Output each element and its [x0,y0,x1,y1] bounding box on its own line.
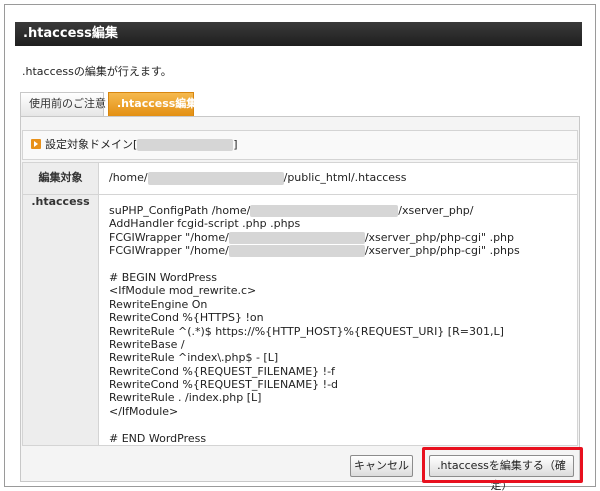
htaccess-table: 編集対象 /home/ /public_html/.htaccess .htacc… [22,162,578,447]
table-row: .htaccess suPHP_ConfigPath /home//xserve… [22,193,578,447]
domain-row: 設定対象ドメイン[] [22,130,578,160]
redacted-path [228,245,365,258]
page-title: .htaccess編集 [15,22,582,46]
redacted-path [147,171,284,185]
cancel-button[interactable]: キャンセル [350,455,413,477]
tab-htaccess-edit[interactable]: .htaccess編集 [108,92,197,116]
target-path-prefix: /home/ [109,171,148,184]
code-line: RewriteCond %{REQUEST_FILENAME} !-d [109,378,339,392]
htaccess-content[interactable]: suPHP_ConfigPath /home//xserver_php/ Add… [98,193,578,447]
code-line: FCGIWrapper "/home//xserver_php/php-cgi"… [109,244,520,258]
code-line: RewriteRule ^index\.php$ - [L] [109,351,279,365]
target-path: /home/ /public_html/.htaccess [98,162,578,195]
code-line: RewriteRule ^(.*)$ https://%{HTTP_HOST}%… [109,324,504,338]
table-row: 編集対象 /home/ /public_html/.htaccess [22,162,578,195]
code-line: # BEGIN WordPress [109,270,217,284]
page-description: .htaccessの編集が行えます。 [22,65,172,78]
code-line: # END WordPress [109,431,207,445]
domain-label: 設定対象ドメイン[ [45,138,138,151]
code-line: RewriteBase / [109,337,185,351]
redacted-path [250,205,399,217]
target-path-suffix: /public_html/.htaccess [283,171,407,184]
redacted-domain [137,139,234,151]
redacted-path [228,231,365,244]
domain-label-close: ] [233,138,238,151]
code-line: suPHP_ConfigPath /home//xserver_php/ [109,204,474,217]
tab-precautions[interactable]: 使用前のご注意 [20,92,106,116]
row-header-target: 編集対象 [22,162,99,195]
code-line: RewriteCond %{HTTPS} !on [109,311,264,325]
code-line: AddHandler fcgid-script .php .phps [109,217,301,231]
code-line: RewriteEngine On [109,297,208,311]
code-line: </IfModule> [109,404,179,418]
code-line: FCGIWrapper "/home//xserver_php/php-cgi"… [109,230,515,244]
code-block: suPHP_ConfigPath /home//xserver_php/ Add… [109,195,577,445]
code-line: RewriteCond %{REQUEST_FILENAME} !-f [109,364,335,378]
code-line: RewriteRule . /index.php [L] [109,391,262,405]
play-arrow-icon [31,139,41,149]
code-line: <IfModule mod_rewrite.c> [109,284,257,298]
highlight-box [422,447,583,483]
row-header-htaccess: .htaccess [22,193,99,447]
